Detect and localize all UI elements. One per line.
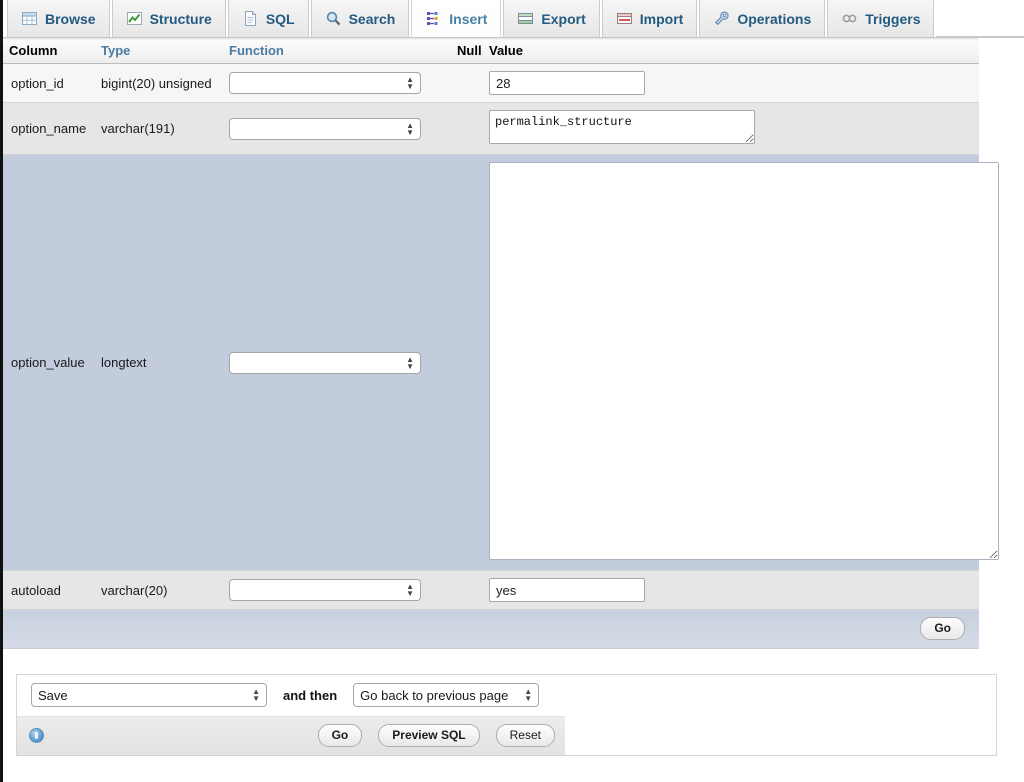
phpmyadmin-insert-page: Browse Structure SQL — [0, 0, 1024, 782]
function-select-wrap-option-value: ▲▼ — [229, 352, 421, 374]
value-textarea-option-value[interactable] — [489, 162, 999, 560]
search-icon — [325, 10, 342, 27]
structure-chart-icon — [126, 10, 143, 27]
field-null-cell-option-id — [451, 64, 483, 103]
tab-sql[interactable]: SQL — [228, 0, 309, 37]
globe-help-icon[interactable] — [29, 728, 44, 743]
tab-search-label: Search — [349, 11, 396, 27]
field-type-autoload: varchar(20) — [95, 571, 223, 610]
tab-search[interactable]: Search — [311, 0, 410, 37]
action-select-row: Save ▲▼ and then Go back to previous pag… — [17, 675, 565, 716]
triggers-icon — [841, 10, 858, 27]
table-go-cell: Go — [3, 610, 979, 649]
tab-browse-label: Browse — [45, 11, 96, 27]
tab-export[interactable]: Export — [503, 0, 599, 37]
then-select-wrap: Go back to previous page ▲▼ — [353, 683, 539, 707]
value-input-autoload[interactable] — [489, 578, 645, 602]
function-select-wrap-autoload: ▲▼ — [229, 579, 421, 601]
function-select-autoload[interactable] — [229, 579, 421, 601]
tab-triggers[interactable]: Triggers — [827, 0, 934, 37]
field-function-cell-option-name: ▲▼ — [223, 103, 451, 155]
tab-sql-label: SQL — [266, 11, 295, 27]
table-go-button[interactable]: Go — [920, 617, 965, 640]
insert-field-table: Column Type Function Null Value option_i… — [3, 38, 979, 649]
header-null: Null — [451, 39, 483, 64]
field-function-cell-option-id: ▲▼ — [223, 64, 451, 103]
field-name-option-name: option_name — [3, 103, 95, 155]
save-select-wrap: Save ▲▼ — [31, 683, 267, 707]
function-select-option-name[interactable] — [229, 118, 421, 140]
header-column: Column — [3, 39, 95, 64]
tab-import[interactable]: Import — [602, 0, 698, 37]
insert-icon — [425, 10, 442, 27]
field-name-option-value: option_value — [3, 155, 95, 571]
tabbar-filler — [936, 0, 1024, 37]
tab-operations[interactable]: Operations — [699, 0, 825, 37]
field-value-cell-autoload — [483, 571, 979, 610]
header-type[interactable]: Type — [95, 39, 223, 64]
export-icon — [517, 10, 534, 27]
field-null-cell-option-value — [451, 155, 483, 571]
value-textarea-option-name[interactable]: permalink_structure — [489, 110, 755, 144]
field-name-option-id: option_id — [3, 64, 95, 103]
table-header-row: Column Type Function Null Value — [3, 39, 979, 64]
tab-export-label: Export — [541, 11, 585, 27]
sql-document-icon — [242, 10, 259, 27]
tab-import-label: Import — [640, 11, 684, 27]
function-select-wrap-option-id: ▲▼ — [229, 72, 421, 94]
then-action-select[interactable]: Go back to previous page — [353, 683, 539, 707]
browse-grid-icon — [21, 10, 38, 27]
header-value: Value — [483, 39, 979, 64]
field-value-cell-option-name: permalink_structure — [483, 103, 979, 155]
tab-insert-label: Insert — [449, 11, 487, 27]
action-button-row: Go Preview SQL Reset — [17, 716, 565, 755]
table-row: autoload varchar(20) ▲▼ — [3, 571, 979, 610]
tab-triggers-label: Triggers — [865, 11, 920, 27]
action-buttons-group: Go Preview SQL Reset — [318, 724, 555, 747]
table-row: option_id bigint(20) unsigned ▲▼ — [3, 64, 979, 103]
field-function-cell-autoload: ▲▼ — [223, 571, 451, 610]
field-null-cell-autoload — [451, 571, 483, 610]
field-value-cell-option-value — [483, 155, 979, 571]
field-type-option-id: bigint(20) unsigned — [95, 64, 223, 103]
reset-button[interactable]: Reset — [496, 724, 555, 747]
table-go-row: Go — [3, 610, 979, 649]
import-icon — [616, 10, 633, 27]
go-button[interactable]: Go — [318, 724, 363, 747]
table-row: option_value longtext ▲▼ — [3, 155, 979, 571]
field-function-cell-option-value: ▲▼ — [223, 155, 451, 571]
header-function[interactable]: Function — [223, 39, 451, 64]
tab-browse[interactable]: Browse — [7, 0, 110, 37]
field-type-option-value: longtext — [95, 155, 223, 571]
field-type-option-name: varchar(191) — [95, 103, 223, 155]
preview-sql-button[interactable]: Preview SQL — [378, 724, 479, 747]
function-select-option-value[interactable] — [229, 352, 421, 374]
field-name-autoload: autoload — [3, 571, 95, 610]
function-select-option-id[interactable] — [229, 72, 421, 94]
tab-structure-label: Structure — [150, 11, 212, 27]
save-action-select[interactable]: Save — [31, 683, 267, 707]
wrench-icon — [713, 10, 730, 27]
tab-structure[interactable]: Structure — [112, 0, 226, 37]
bottom-action-panel: Save ▲▼ and then Go back to previous pag… — [16, 674, 997, 756]
field-value-cell-option-id — [483, 64, 979, 103]
function-select-wrap-option-name: ▲▼ — [229, 118, 421, 140]
and-then-label: and then — [283, 688, 337, 703]
field-null-cell-option-name — [451, 103, 483, 155]
main-tabbar: Browse Structure SQL — [3, 0, 1024, 38]
value-input-option-id[interactable] — [489, 71, 645, 95]
table-row: option_name varchar(191) ▲▼ permalink_st… — [3, 103, 979, 155]
tab-operations-label: Operations — [737, 11, 811, 27]
tab-insert[interactable]: Insert — [411, 0, 501, 37]
